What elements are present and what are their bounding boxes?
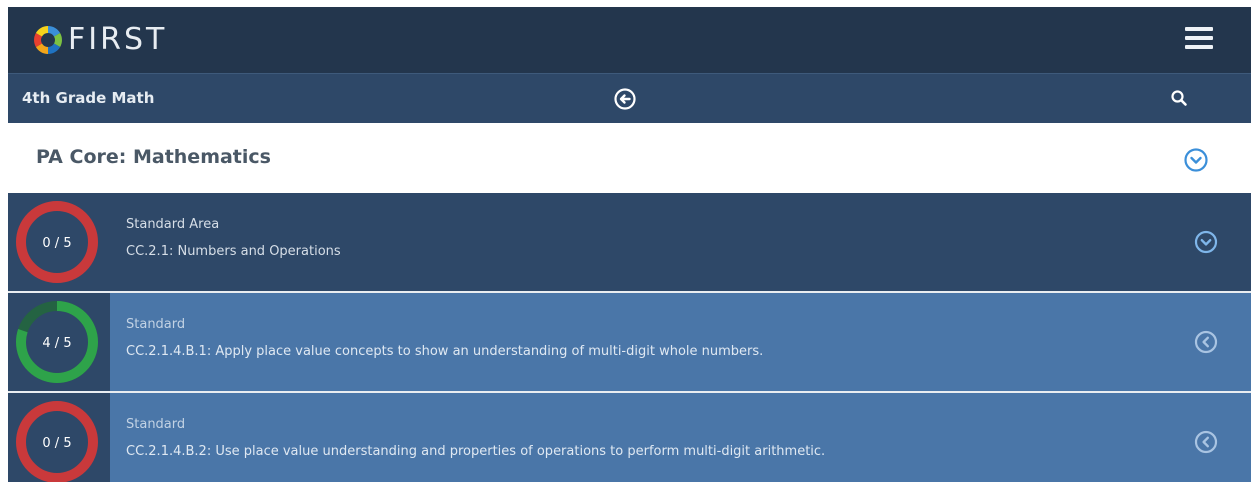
first-logo-icon — [34, 26, 62, 54]
progress-gauge-cell: 4 / 5 — [8, 293, 110, 391]
row-description: CC.2.1: Numbers and Operations — [126, 244, 341, 259]
row-type-label: Standard Area — [126, 217, 220, 232]
row-type-label: Standard — [126, 417, 186, 432]
row-body: Standard Area CC.2.1: Numbers and Operat… — [110, 193, 1251, 291]
standard-row[interactable]: 4 / 5 Standard CC.2.1.4.B.1: Apply place… — [8, 293, 1251, 391]
progress-label: 4 / 5 — [42, 336, 71, 351]
chevron-left-circle-icon[interactable] — [1194, 330, 1218, 354]
standard-area-row[interactable]: 0 / 5 Standard Area CC.2.1: Numbers and … — [8, 193, 1251, 291]
row-description: CC.2.1.4.B.2: Use place value understand… — [126, 444, 826, 459]
progress-gauge-cell: 0 / 5 — [8, 193, 110, 291]
course-bar: 4th Grade Math — [8, 73, 1251, 123]
back-arrow-circle-icon[interactable] — [613, 87, 637, 111]
chevron-left-circle-icon[interactable] — [1194, 430, 1218, 454]
row-description: CC.2.1.4.B.1: Apply place value concepts… — [126, 344, 764, 359]
progress-label: 0 / 5 — [42, 236, 71, 251]
progress-label: 0 / 5 — [42, 436, 71, 451]
course-title: 4th Grade Math — [22, 89, 155, 107]
row-body: Standard CC.2.1.4.B.1: Apply place value… — [110, 293, 1251, 391]
row-body: Standard CC.2.1.4.B.2: Use place value u… — [110, 393, 1251, 482]
page-title: PA Core: Mathematics — [36, 146, 271, 168]
search-icon[interactable] — [1170, 89, 1188, 107]
progress-ring: 0 / 5 — [16, 201, 98, 283]
progress-ring: 0 / 5 — [16, 401, 98, 482]
progress-gauge-cell: 0 / 5 — [8, 393, 110, 482]
top-bar: FIRST — [8, 7, 1251, 73]
chevron-down-circle-icon[interactable] — [1183, 147, 1209, 173]
page-header: PA Core: Mathematics — [8, 123, 1251, 193]
standard-row[interactable]: 0 / 5 Standard CC.2.1.4.B.2: Use place v… — [8, 393, 1251, 482]
hamburger-menu-icon[interactable] — [1185, 27, 1213, 49]
app-brand: FIRST — [68, 22, 168, 57]
row-type-label: Standard — [126, 317, 186, 332]
chevron-down-circle-icon[interactable] — [1194, 230, 1218, 254]
app-frame: FIRST 4th Grade Math PA Core: Mathematic… — [8, 7, 1251, 482]
progress-ring: 4 / 5 — [16, 301, 98, 383]
